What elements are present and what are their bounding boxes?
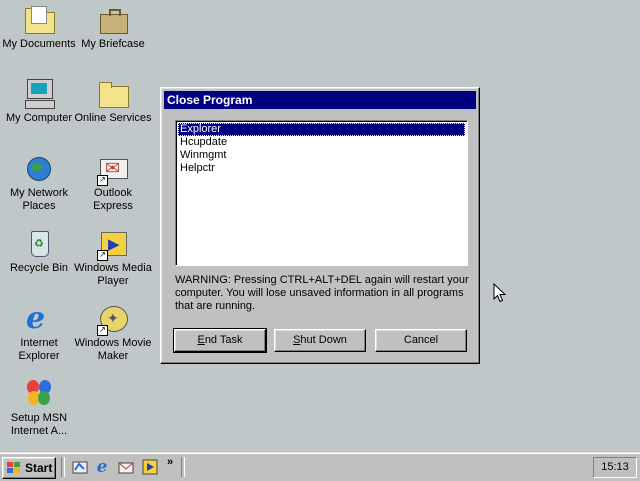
desktop-icon-label: Internet Explorer	[18, 337, 60, 362]
media-player-icon[interactable]	[142, 459, 158, 475]
start-button[interactable]: Start	[2, 457, 56, 479]
internet-explorer-icon[interactable]: e	[94, 459, 110, 476]
desktop-icon-my-network-places[interactable]: My Network Places	[0, 153, 78, 213]
desktop-icon-label: Recycle Bin	[9, 262, 69, 274]
dialog-title[interactable]: Close Program	[164, 91, 476, 109]
desktop-icon-internet-explorer[interactable]: e Internet Explorer	[0, 303, 78, 363]
desktop-icon-online-services[interactable]: Online Services	[74, 78, 152, 125]
desktop-icon-label: Windows Media Player	[74, 262, 152, 287]
desktop-icon-label: My Computer	[5, 112, 73, 124]
quick-launch-more-button[interactable]: »	[167, 456, 173, 468]
show-desktop-icon[interactable]	[72, 459, 88, 475]
media-player-icon: ↗	[97, 228, 129, 261]
movie-maker-icon: ↗	[97, 303, 129, 336]
list-item[interactable]: Helpctr	[178, 162, 465, 175]
warning-text: WARNING: Pressing CTRL+ALT+DEL again wil…	[175, 274, 469, 312]
network-globe-icon	[23, 153, 55, 185]
briefcase-icon	[97, 4, 129, 36]
taskbar-separator	[61, 457, 65, 477]
computer-icon	[23, 78, 55, 110]
desktop-icon-label: Outlook Express	[93, 187, 133, 212]
cancel-button[interactable]: Cancel	[375, 329, 467, 352]
desktop-icon-label: My Documents	[2, 38, 76, 50]
end-task-button[interactable]: End Task	[173, 328, 267, 353]
desktop-icon-label: Windows Movie Maker	[74, 337, 152, 362]
desktop-icon-outlook-express[interactable]: ↗ Outlook Express	[74, 153, 152, 213]
start-label: Start	[25, 461, 53, 475]
desktop-icon-label: My Briefcase	[81, 38, 145, 50]
list-item[interactable]: Hcupdate	[178, 136, 465, 149]
desktop-icon-my-briefcase[interactable]: My Briefcase	[74, 4, 152, 51]
internet-explorer-icon: e	[26, 301, 46, 336]
outlook-express-icon[interactable]	[118, 459, 134, 475]
desktop-icon-label: Online Services	[74, 112, 152, 124]
recycle-bin-icon	[23, 228, 55, 260]
desktop-icon-my-computer[interactable]: My Computer	[0, 78, 78, 125]
taskbar-separator	[181, 457, 185, 477]
windows-logo-icon	[7, 462, 21, 474]
shut-down-button[interactable]: Shut Down	[274, 329, 366, 352]
list-item[interactable]: Explorer	[178, 123, 465, 136]
taskbar: Start e » 15:13	[0, 452, 640, 481]
desktop-icon-my-documents[interactable]: My Documents	[0, 4, 78, 51]
folder-icon	[97, 78, 129, 110]
close-program-dialog: Close Program Explorer Hcupdate Winmgmt …	[160, 87, 480, 364]
desktop-icon-setup-msn[interactable]: Setup MSN Internet A...	[0, 378, 78, 438]
desktop-icon-windows-movie-maker[interactable]: ↗ Windows Movie Maker	[74, 303, 152, 363]
desktop-icon-label: My Network Places	[9, 187, 69, 212]
process-listbox[interactable]: Explorer Hcupdate Winmgmt Helpctr	[175, 120, 468, 266]
system-clock[interactable]: 15:13	[593, 457, 637, 478]
desktop-icon-label: Setup MSN Internet A...	[10, 412, 68, 437]
list-item[interactable]: Winmgmt	[178, 149, 465, 162]
mail-icon: ↗	[97, 153, 129, 186]
mouse-pointer-icon	[493, 283, 507, 303]
msn-butterfly-icon	[23, 378, 55, 410]
folder-icon	[23, 4, 55, 36]
desktop-icon-windows-media-player[interactable]: ↗ Windows Media Player	[74, 228, 152, 288]
desktop-icon-recycle-bin[interactable]: Recycle Bin	[0, 228, 78, 275]
